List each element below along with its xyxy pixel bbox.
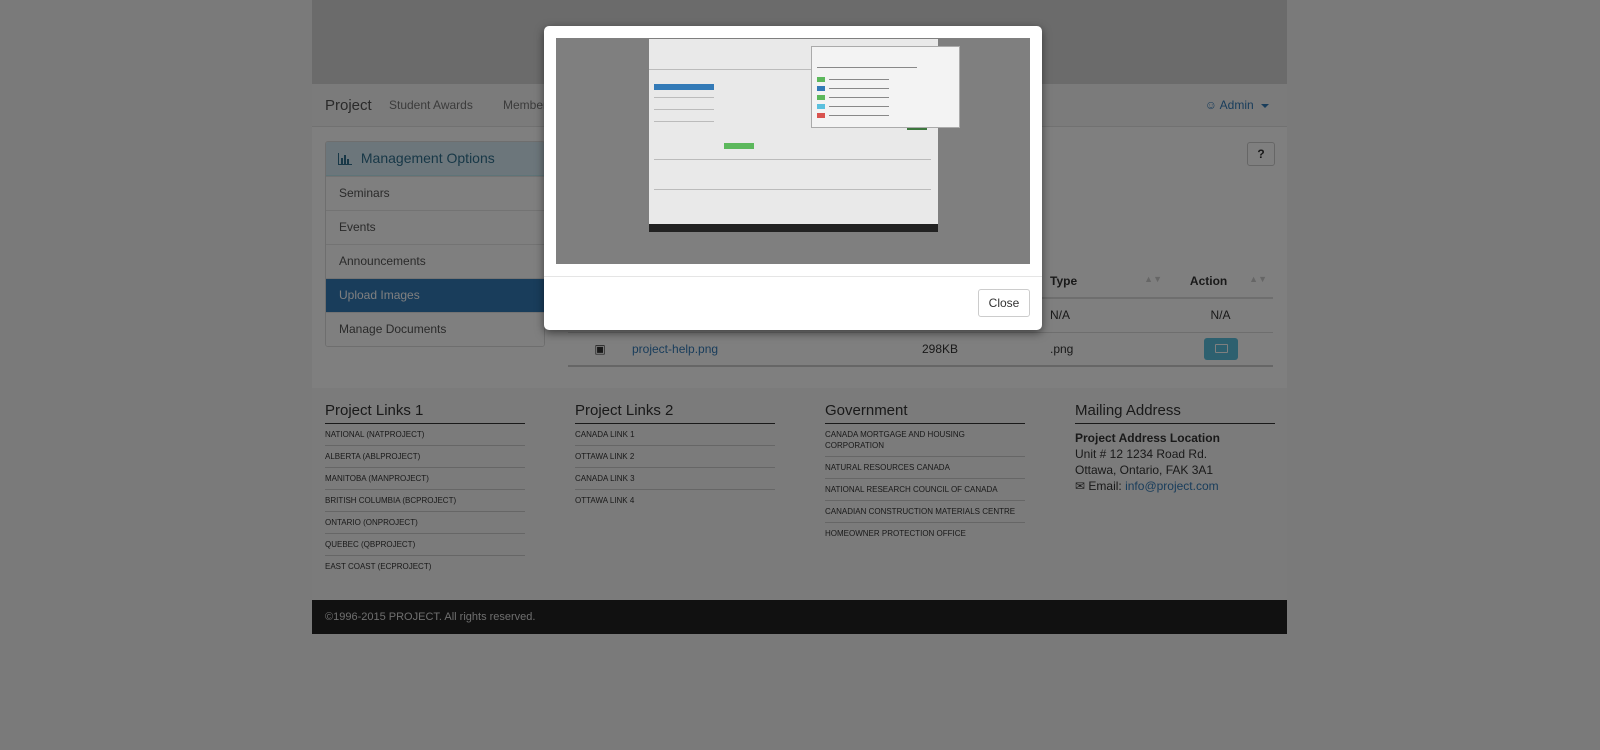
preview-screenshot bbox=[649, 39, 960, 232]
preview-dialog bbox=[811, 46, 960, 128]
preview-image bbox=[556, 38, 1030, 264]
image-preview-modal: Close bbox=[544, 26, 1042, 330]
close-button[interactable]: Close bbox=[978, 289, 1030, 317]
